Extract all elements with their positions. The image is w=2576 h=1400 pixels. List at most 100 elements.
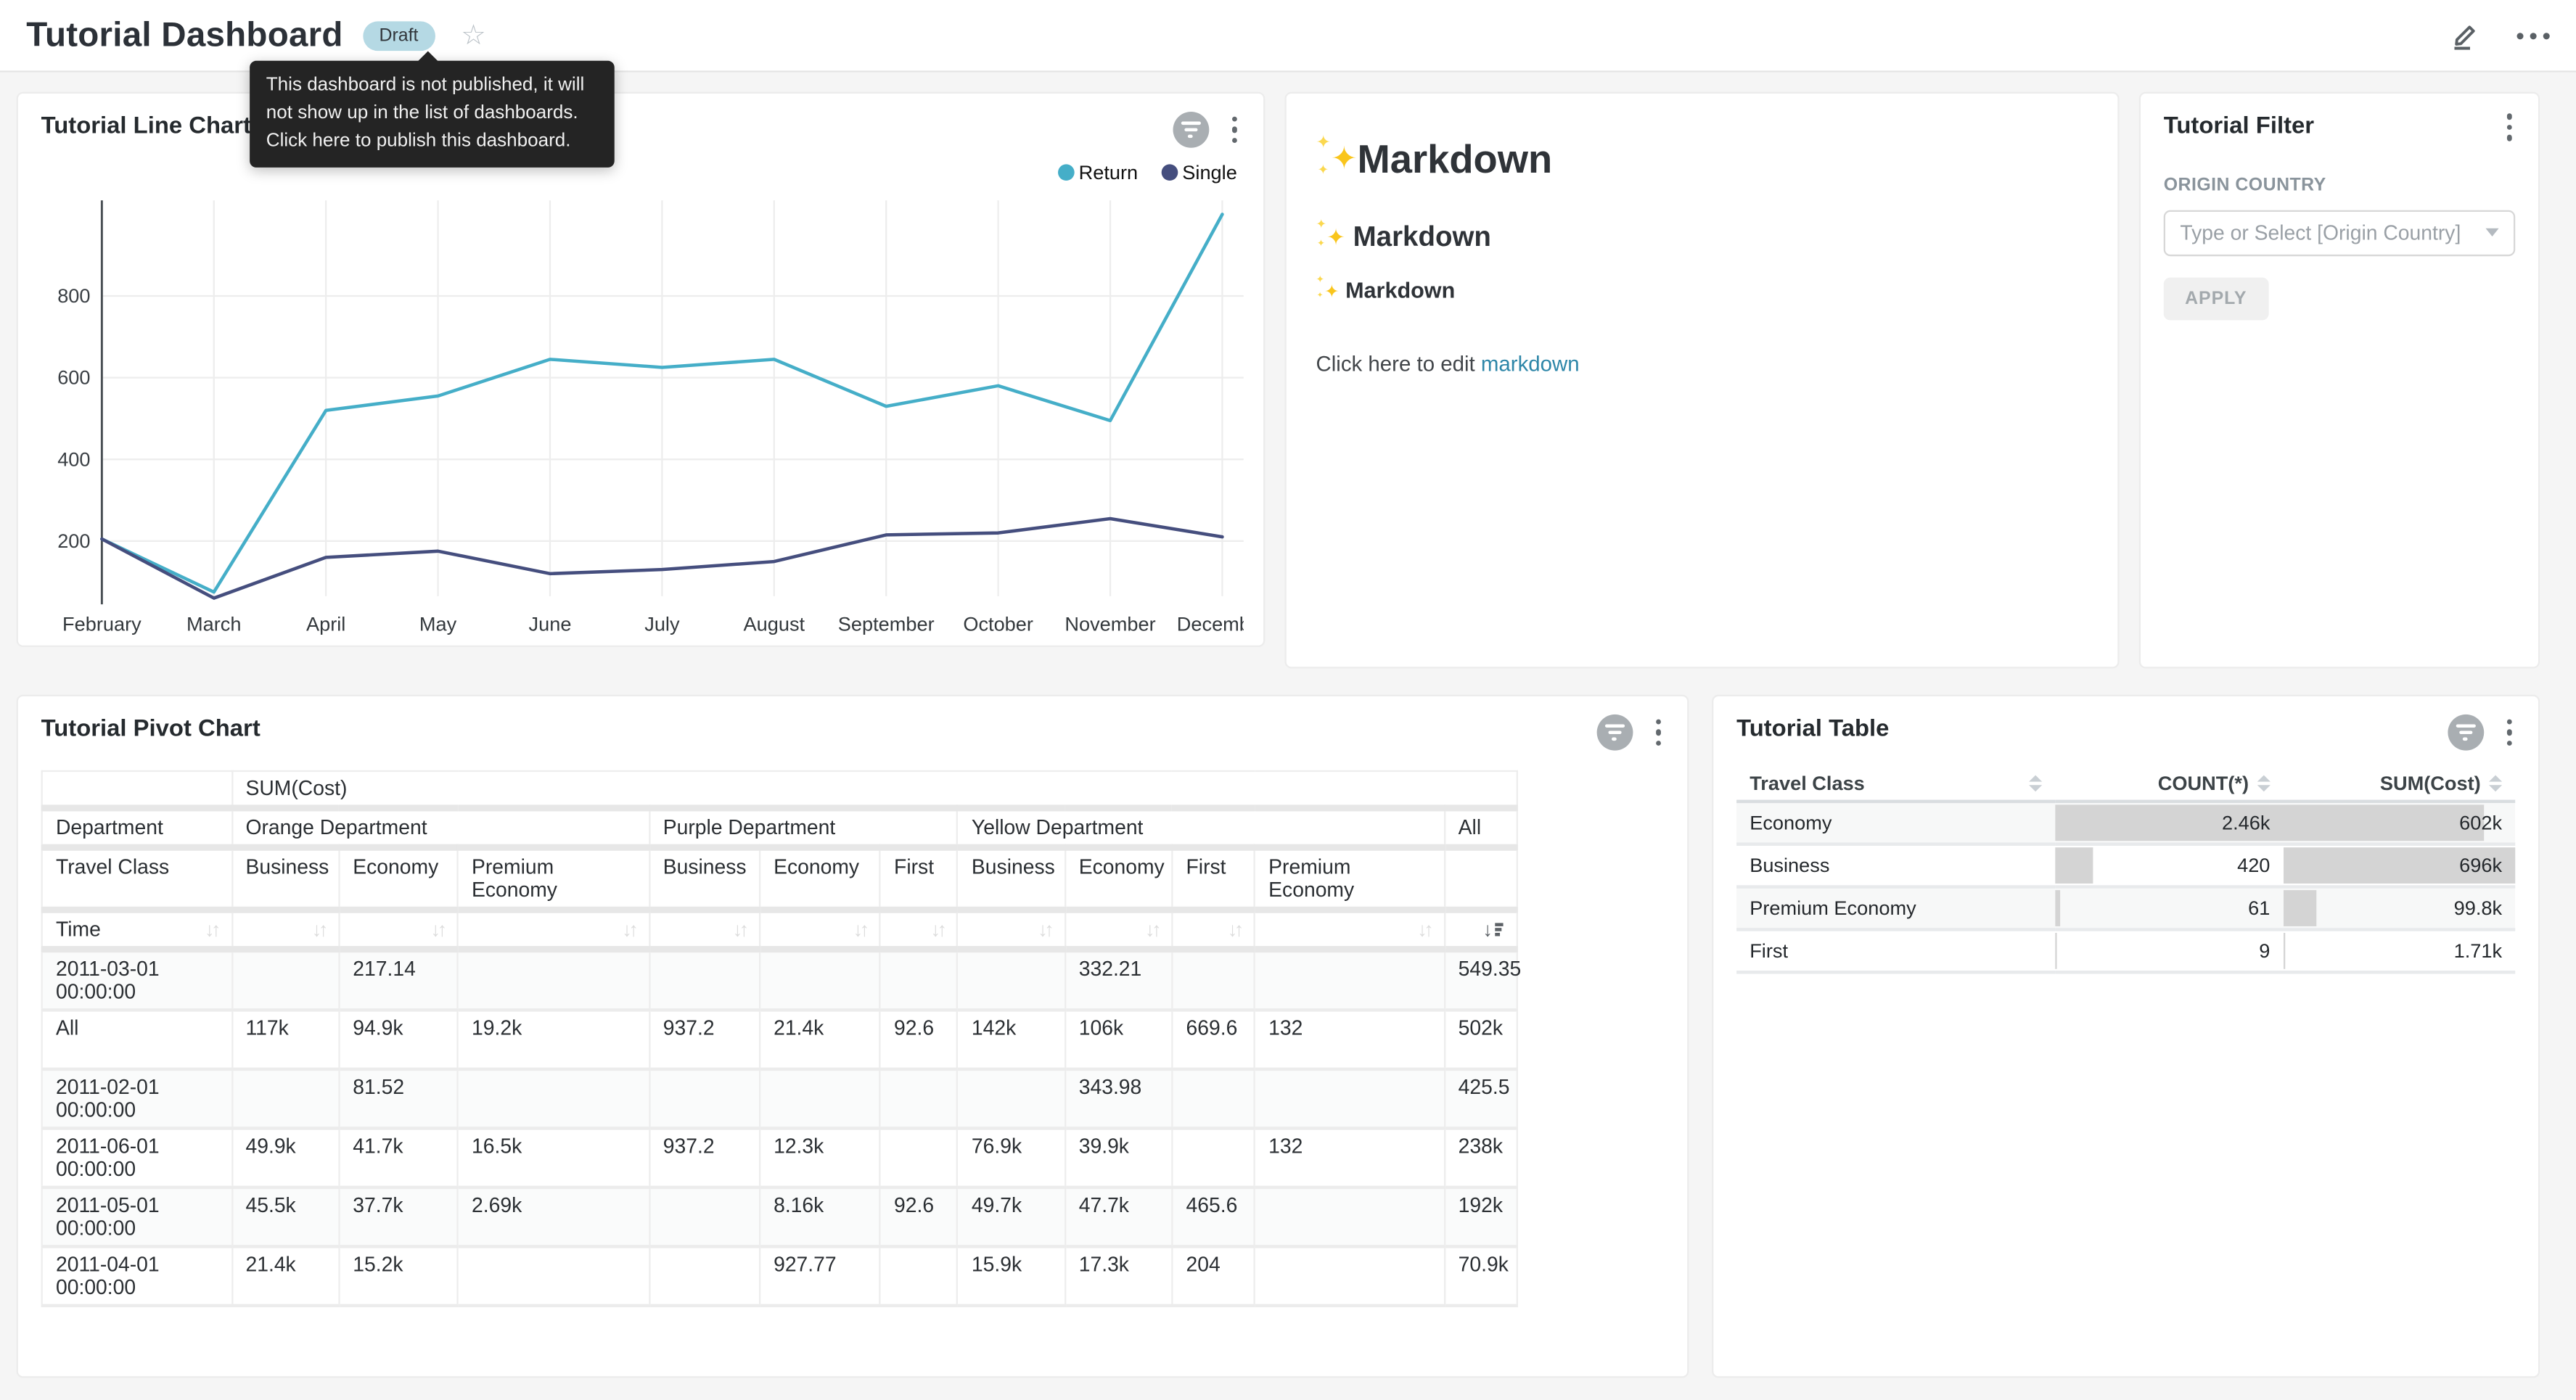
pivot-cell[interactable]: 549.35	[1444, 950, 1517, 1010]
markdown-card[interactable]: ✦✦✦Markdown ✦✦✦ Markdown ✦✦✦ Markdown Cl…	[1284, 92, 2119, 669]
edit-dashboard-icon[interactable]	[2450, 20, 2481, 51]
pivot-cell[interactable]: 49.7k	[958, 1187, 1065, 1247]
chart-menu-icon[interactable]	[1228, 115, 1240, 145]
pivot-row-label[interactable]: All	[42, 1010, 231, 1069]
pivot-cell[interactable]: 2.69k	[458, 1187, 649, 1247]
pivot-cell[interactable]	[958, 1069, 1065, 1129]
pivot-cell[interactable]	[880, 950, 958, 1010]
column-header-travel-class[interactable]: Travel Class	[1736, 767, 2054, 802]
pivot-cell[interactable]: 15.9k	[958, 1246, 1065, 1306]
pivot-cell[interactable]: 217.14	[339, 950, 458, 1010]
pivot-cell[interactable]: 16.5k	[458, 1128, 649, 1187]
pivot-row-label[interactable]: 2011-05-01 00:00:00	[42, 1187, 231, 1247]
travel-class-cell[interactable]: Premium Economy	[1736, 887, 2054, 930]
pivot-cell[interactable]	[1255, 1187, 1444, 1247]
pivot-cell[interactable]: 142k	[958, 1010, 1065, 1069]
pivot-cell[interactable]: 204	[1172, 1246, 1255, 1306]
pivot-sort-cell[interactable]: ↓↑	[339, 910, 458, 949]
pivot-cell[interactable]: 94.9k	[339, 1010, 458, 1069]
pivot-sort-cell[interactable]: ↓↑	[880, 910, 958, 949]
chart-menu-icon[interactable]	[1652, 717, 1664, 748]
count-cell[interactable]: 420	[2054, 844, 2283, 887]
pivot-sort-cell[interactable]: ↓↑	[1065, 910, 1172, 949]
pivot-cell[interactable]: 45.5k	[231, 1187, 339, 1247]
pivot-row-label[interactable]: 2011-02-01 00:00:00	[42, 1069, 231, 1129]
pivot-cell[interactable]: 81.52	[339, 1069, 458, 1129]
pivot-cell[interactable]: 343.98	[1065, 1069, 1172, 1129]
travel-class-cell[interactable]: First	[1736, 929, 2054, 972]
pivot-cell[interactable]	[231, 950, 339, 1010]
pivot-cell[interactable]: 117k	[231, 1010, 339, 1069]
pivot-cell[interactable]	[649, 950, 760, 1010]
pivot-cell[interactable]: 937.2	[649, 1128, 760, 1187]
pivot-cell[interactable]	[649, 1187, 760, 1247]
count-cell[interactable]: 9	[2054, 929, 2283, 972]
pivot-cell[interactable]: 47.7k	[1065, 1187, 1172, 1247]
sort-icon[interactable]: ↓↑	[1228, 918, 1241, 942]
pivot-cell[interactable]: 192k	[1444, 1187, 1517, 1247]
status-badge[interactable]: Draft	[363, 20, 435, 50]
sort-icon[interactable]: ↓↑	[1145, 918, 1158, 942]
pivot-cell[interactable]: 132	[1255, 1010, 1444, 1069]
pivot-cell[interactable]: 937.2	[649, 1010, 760, 1069]
pivot-cell[interactable]	[958, 950, 1065, 1010]
column-header-count-[interactable]: COUNT(*)	[2054, 767, 2283, 802]
sort-icon[interactable]: ↓↑	[1038, 918, 1051, 942]
sort-icon[interactable]: ↓↑	[930, 918, 943, 942]
pivot-cell[interactable]: 76.9k	[958, 1128, 1065, 1187]
applied-filters-icon[interactable]	[2447, 715, 2483, 751]
pivot-cell[interactable]	[880, 1246, 958, 1306]
applied-filters-icon[interactable]	[1172, 112, 1208, 148]
origin-country-select[interactable]: Type or Select [Origin Country]	[2164, 210, 2516, 255]
pivot-sort-cell[interactable]: ↓	[1444, 910, 1517, 949]
column-header-sum-cost-[interactable]: SUM(Cost)	[2284, 767, 2516, 802]
sort-carets-icon[interactable]	[2028, 775, 2041, 792]
pivot-cell[interactable]: 49.9k	[231, 1128, 339, 1187]
pivot-cell[interactable]: 19.2k	[458, 1010, 649, 1069]
pivot-cell[interactable]: 106k	[1065, 1010, 1172, 1069]
pivot-cell[interactable]: 669.6	[1172, 1010, 1255, 1069]
pivot-row-label[interactable]: 2011-03-01 00:00:00	[42, 950, 231, 1010]
pivot-cell[interactable]: 92.6	[880, 1187, 958, 1247]
line-chart[interactable]: 200400600800FebruaryMarchAprilMayJuneJul…	[41, 191, 1244, 651]
pivot-cell[interactable]: 70.9k	[1444, 1246, 1517, 1306]
pivot-cell[interactable]	[760, 1069, 880, 1129]
pivot-cell[interactable]	[231, 1069, 339, 1129]
pivot-cell[interactable]	[649, 1069, 760, 1129]
apply-button[interactable]: APPLY	[2164, 276, 2268, 319]
pivot-cell[interactable]	[1172, 950, 1255, 1010]
sum-cell[interactable]: 1.71k	[2284, 929, 2516, 972]
legend-item-return[interactable]: Return	[1057, 161, 1138, 184]
pivot-cell[interactable]	[880, 1128, 958, 1187]
pivot-cell[interactable]: 12.3k	[760, 1128, 880, 1187]
sort-icon[interactable]: ↓↑	[312, 918, 325, 942]
pivot-row-label[interactable]: 2011-06-01 00:00:00	[42, 1128, 231, 1187]
sort-icon[interactable]: ↓↑	[732, 918, 745, 942]
travel-class-cell[interactable]: Economy	[1736, 802, 2054, 844]
favorite-star-icon[interactable]: ☆	[461, 21, 486, 49]
pivot-cell[interactable]	[1172, 1069, 1255, 1129]
sort-icon[interactable]: ↓↑	[1417, 918, 1430, 942]
pivot-cell[interactable]: 39.9k	[1065, 1128, 1172, 1187]
pivot-cell[interactable]: 21.4k	[760, 1010, 880, 1069]
sort-icon[interactable]: ↓↑	[430, 918, 443, 942]
pivot-cell[interactable]: 465.6	[1172, 1187, 1255, 1247]
pivot-cell[interactable]	[649, 1246, 760, 1306]
pivot-cell[interactable]	[1255, 1069, 1444, 1129]
pivot-cell[interactable]	[1172, 1128, 1255, 1187]
sum-cell[interactable]: 99.8k	[2284, 887, 2516, 930]
pivot-cell[interactable]	[760, 950, 880, 1010]
pivot-cell[interactable]: 8.16k	[760, 1187, 880, 1247]
pivot-sort-cell[interactable]: ↓↑	[649, 910, 760, 949]
sort-icon[interactable]: ↓↑	[205, 918, 218, 942]
pivot-sort-cell[interactable]: ↓↑	[1172, 910, 1255, 949]
pivot-cell[interactable]: 132	[1255, 1128, 1444, 1187]
pivot-cell[interactable]: 15.2k	[339, 1246, 458, 1306]
markdown-edit-link[interactable]: markdown	[1481, 352, 1580, 376]
pivot-cell[interactable]: 41.7k	[339, 1128, 458, 1187]
pivot-cell[interactable]: 92.6	[880, 1010, 958, 1069]
sum-cell[interactable]: 696k	[2284, 844, 2516, 887]
sum-cell[interactable]: 602k	[2284, 802, 2516, 844]
pivot-cell[interactable]	[458, 950, 649, 1010]
pivot-sort-cell[interactable]: ↓↑	[458, 910, 649, 949]
